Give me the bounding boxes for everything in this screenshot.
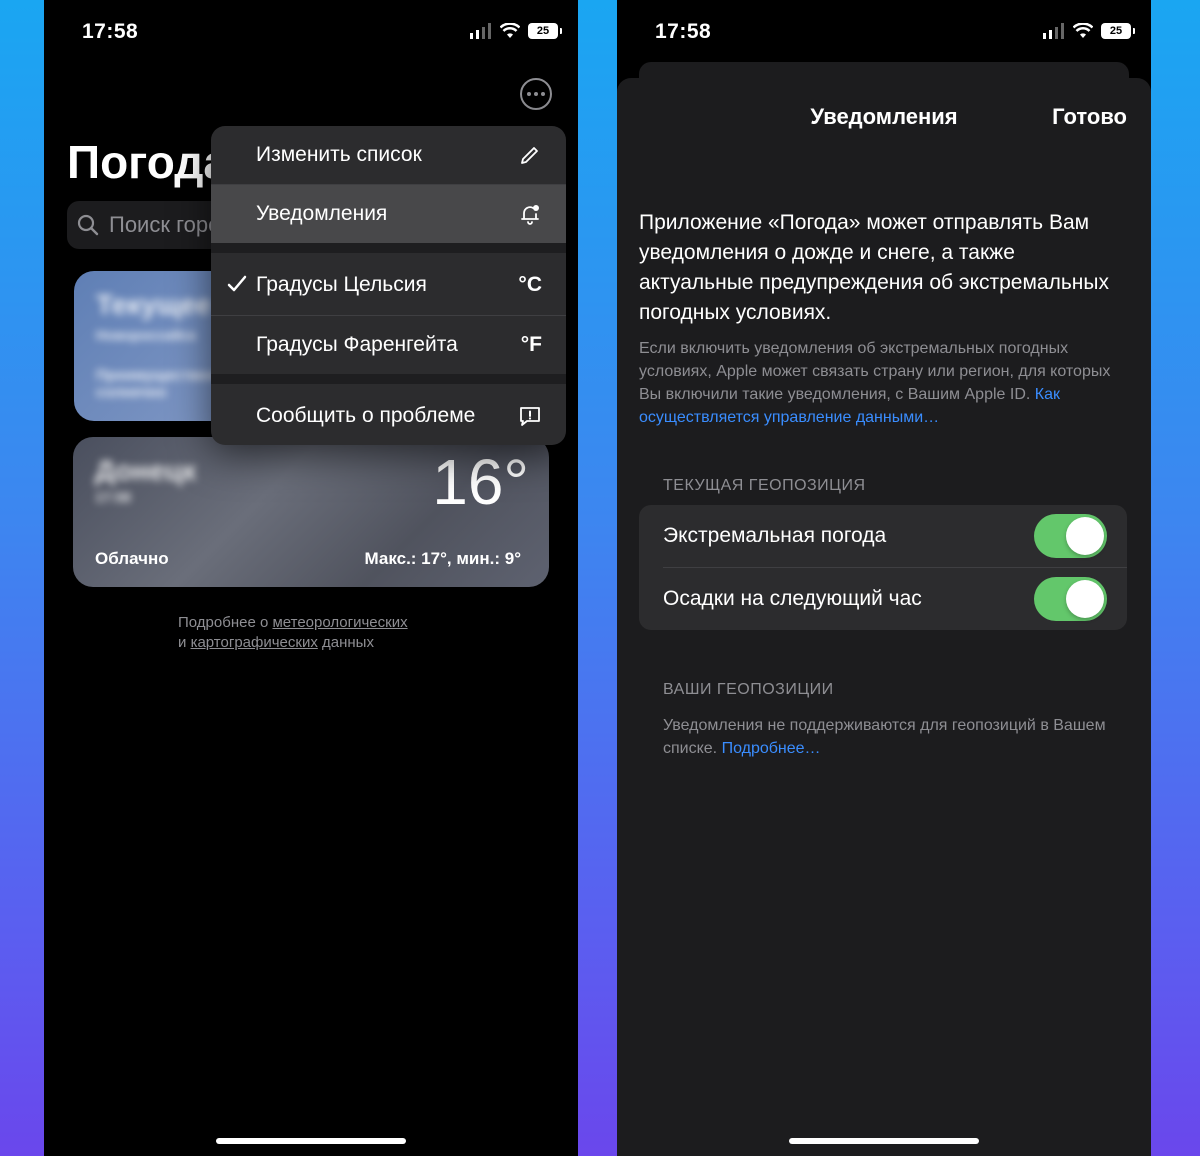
pencil-icon [521,147,538,164]
intro-text: Приложение «Погода» может отправлять Вам… [639,211,1109,324]
status-icons: 25 [470,23,562,39]
city-condition: Облачно [95,549,169,568]
menu-item-celsius[interactable]: Градусы Цельсия °C [211,256,566,314]
card-subtitle: Новороссийск [96,327,197,343]
more-icon [527,92,531,96]
battery-icon: 25 [1101,23,1135,39]
current-location-header: ТЕКУЩАЯ ГЕОПОЗИЦИЯ [663,477,866,494]
privacy-note: Если включить уведомления об экстремальн… [639,340,1111,426]
status-bar: 17:58 25 [617,0,1151,64]
signal-icon [470,23,491,39]
page-title: Погода [67,136,229,188]
city-card[interactable]: Донецк 17:58 16° Облачно Макс.: 17°, мин… [73,437,549,587]
card-title: Текущее [96,289,212,320]
weather-list-screen: 17:58 25 Погода Поиск города Текущее Нов… [44,0,578,1156]
checkmark-icon [227,275,247,292]
more-options-button[interactable] [520,78,552,110]
done-button[interactable]: Готово [1052,104,1127,130]
your-locations-header: ВАШИ ГЕОПОЗИЦИИ [663,681,834,698]
city-name: Донецк [95,455,197,486]
celsius-unit: °C [518,273,542,296]
status-bar: 17:58 25 [44,0,578,64]
weather-data-link[interactable]: метеорологических [272,614,407,631]
notifications-sheet: Уведомления Готово Приложение «Погода» м… [617,78,1151,1156]
wifi-icon [1073,23,1093,38]
extreme-weather-row: Экстремальная погода [639,505,1127,567]
notifications-screen: 17:58 25 Уведомления Готово Приложение «… [617,0,1151,1156]
signal-icon [1043,23,1064,39]
menu-item-edit-list[interactable]: Изменить список [211,126,566,184]
precipitation-row: Осадки на следующий час [639,568,1127,630]
report-icon [520,407,540,426]
status-icons: 25 [1043,23,1135,39]
city-temperature: 16° [432,446,529,518]
locations-note: Уведомления не поддерживаются для геопоз… [663,717,1106,757]
menu-item-report-problem[interactable]: Сообщить о проблеме [211,387,566,445]
fahrenheit-unit: °F [520,333,542,356]
search-icon [77,214,99,236]
data-sources-note: Подробнее о метеорологических и картогра… [178,614,408,651]
menu-item-fahrenheit[interactable]: Градусы Фаренгейта °F [211,316,566,374]
learn-more-link[interactable]: Подробнее… [722,740,821,757]
menu-item-notifications[interactable]: Уведомления [211,185,566,243]
city-temp-range: Макс.: 17°, мин.: 9° [364,549,521,568]
home-indicator[interactable] [216,1138,406,1144]
current-location-settings: Экстремальная погода Осадки на следующий… [639,505,1127,630]
home-indicator[interactable] [789,1138,979,1144]
map-data-link[interactable]: картографических [191,634,318,651]
status-time: 17:58 [655,20,712,43]
battery-icon: 25 [528,23,562,39]
precipitation-toggle[interactable] [1034,577,1107,621]
card-note: Преимущественно солнечно [96,367,234,401]
bell-icon [521,205,539,225]
extreme-weather-toggle[interactable] [1034,514,1107,558]
wifi-icon [500,23,520,38]
options-menu: Изменить список Уведомления Градусы Цель… [211,126,566,445]
status-time: 17:58 [82,20,139,43]
city-time: 17:58 [95,489,131,505]
